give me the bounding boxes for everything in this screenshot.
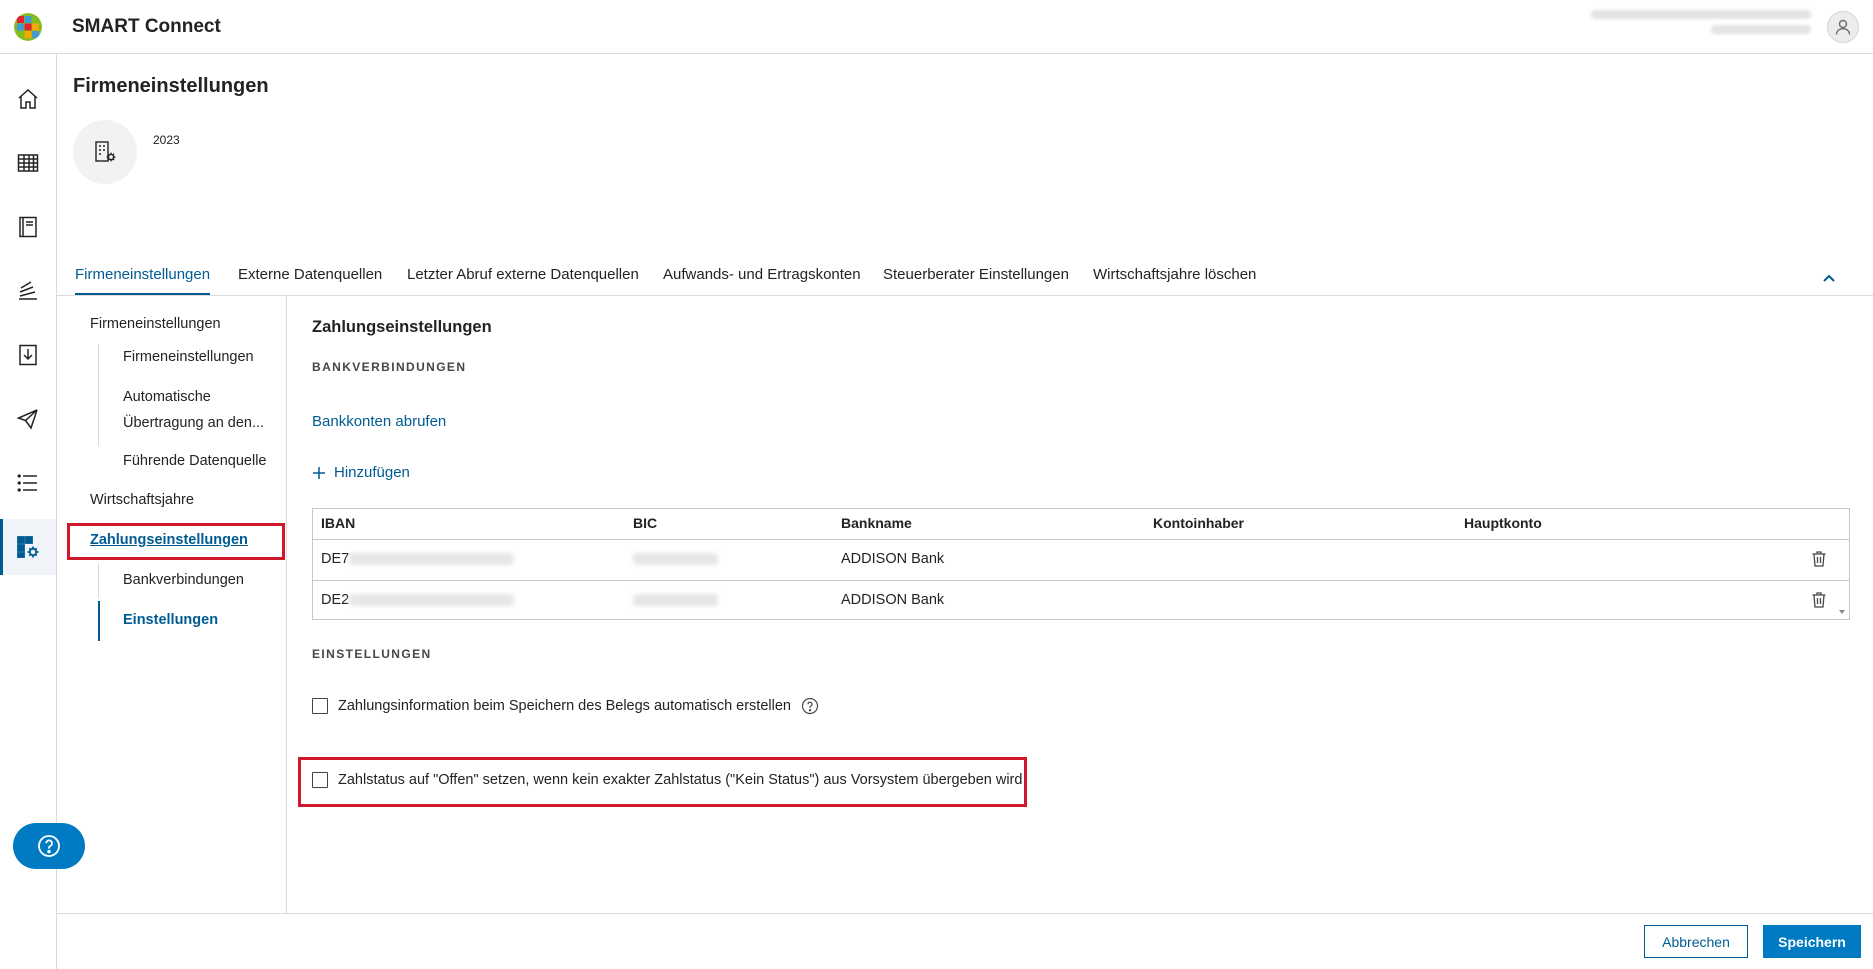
subnav-tree-line xyxy=(98,344,99,446)
question-circle-icon xyxy=(38,835,60,857)
company-avatar xyxy=(73,120,137,184)
subnav-item-einstellungen[interactable]: Einstellungen xyxy=(123,607,218,633)
subnav-tree-line xyxy=(98,563,99,598)
bankname-value: ADDISON Bank xyxy=(841,592,945,608)
company-settings-icon[interactable] xyxy=(0,519,56,575)
help-button[interactable] xyxy=(13,823,85,869)
col-iban[interactable]: IBAN xyxy=(321,515,355,531)
import-icon[interactable] xyxy=(0,327,56,383)
tab-firmeneinstellungen[interactable]: Firmeneinstellungen xyxy=(75,266,211,295)
list-icon[interactable] xyxy=(0,455,56,511)
col-bic[interactable]: BIC xyxy=(633,515,657,531)
table-row[interactable]: DE2 ADDISON Bank xyxy=(313,580,1849,620)
subnav-active-indicator xyxy=(98,601,100,641)
app-title: SMART Connect xyxy=(72,16,221,37)
table-icon[interactable] xyxy=(0,135,56,191)
bic-redacted xyxy=(633,553,718,566)
col-hauptkonto[interactable]: Hauptkonto xyxy=(1464,515,1542,531)
section-title: Zahlungseinstellungen xyxy=(312,318,492,336)
plus-icon xyxy=(313,466,325,479)
auto-payment-info-checkbox[interactable] xyxy=(312,698,328,714)
table-row[interactable]: DE7 ADDISON Bank xyxy=(313,540,1849,580)
company-building-icon xyxy=(95,141,116,162)
footer-actions: Abbrechen Speichern xyxy=(57,913,1873,969)
add-bank-account-button[interactable]: Hinzufügen xyxy=(312,464,410,481)
stack-icon[interactable] xyxy=(0,263,56,319)
subnav-item-bankverbindungen[interactable]: Bankverbindungen xyxy=(123,567,244,593)
option-auto-payment-info: Zahlungsinformation beim Speichern des B… xyxy=(312,697,819,715)
main-tabs: Firmeneinstellungen Externe Datenquellen… xyxy=(57,258,1873,296)
subnav-firmeneinstellungen[interactable]: Firmeneinstellungen xyxy=(90,311,221,337)
info-question-icon[interactable] xyxy=(801,697,819,715)
trash-icon[interactable] xyxy=(1811,591,1827,609)
subnav-wirtschaftsjahre[interactable]: Wirtschaftsjahre xyxy=(90,487,194,513)
bankverbindungen-heading: BANKVERBINDUNGEN xyxy=(312,360,467,374)
col-bankname[interactable]: Bankname xyxy=(841,515,912,531)
tab-externe-datenquellen[interactable]: Externe Datenquellen xyxy=(238,266,382,293)
bic-redacted xyxy=(633,594,718,607)
send-icon[interactable] xyxy=(0,391,56,447)
company-year: 2023 xyxy=(153,133,180,147)
tab-letzter-abruf[interactable]: Letzter Abruf externe Datenquellen xyxy=(407,266,639,293)
einstellungen-heading: EINSTELLUNGEN xyxy=(312,647,432,661)
user-avatar-icon[interactable] xyxy=(1827,11,1859,43)
subnav-item-firmeneinstellungen[interactable]: Firmeneinstellungen xyxy=(123,344,254,370)
iban-redacted xyxy=(349,594,515,607)
iban-redacted xyxy=(349,553,515,566)
bank-accounts-table: IBAN BIC Bankname Kontoinhaber Hauptkont… xyxy=(312,508,1850,620)
user-info-redacted xyxy=(1591,10,1811,42)
ledger-icon[interactable] xyxy=(0,199,56,255)
fetch-bank-accounts-link[interactable]: Bankkonten abrufen xyxy=(312,413,446,430)
col-kontoinhaber[interactable]: Kontoinhaber xyxy=(1153,515,1244,531)
chevron-up-icon[interactable] xyxy=(1821,270,1837,286)
settings-subnav: Firmeneinstellungen Firmeneinstellungen … xyxy=(57,296,287,913)
iban-value: DE2 xyxy=(321,592,350,608)
table-scrollbar[interactable] xyxy=(1835,540,1849,620)
cancel-button[interactable]: Abbrechen xyxy=(1644,925,1748,958)
auto-payment-info-label: Zahlungsinformation beim Speichern des B… xyxy=(338,698,791,714)
option-zahlstatus-offen: Zahlstatus auf "Offen" setzen, wenn kein… xyxy=(312,772,1022,788)
add-label: Hinzufügen xyxy=(334,464,410,481)
top-bar: SMART Connect xyxy=(0,0,1873,54)
subnav-item-fuehrende-datenquelle[interactable]: Führende Datenquelle xyxy=(123,448,267,474)
subnav-zahlungseinstellungen[interactable]: Zahlungseinstellungen xyxy=(90,527,248,553)
trash-icon[interactable] xyxy=(1811,550,1827,568)
subnav-item-automatische-uebertragung[interactable]: Automatische Übertragung an den... xyxy=(123,384,273,436)
zahlstatus-offen-checkbox[interactable] xyxy=(312,772,328,788)
tab-aufwands-ertragskonten[interactable]: Aufwands- und Ertragskonten xyxy=(663,266,861,293)
wolters-kluwer-logo-icon xyxy=(14,13,42,41)
page-title: Firmeneinstellungen xyxy=(73,75,269,97)
iban-value: DE7 xyxy=(321,551,350,567)
save-button[interactable]: Speichern xyxy=(1763,925,1861,958)
bankname-value: ADDISON Bank xyxy=(841,551,945,567)
zahlstatus-offen-label: Zahlstatus auf "Offen" setzen, wenn kein… xyxy=(338,772,1023,788)
tab-steuerberater-einstellungen[interactable]: Steuerberater Einstellungen xyxy=(883,266,1069,293)
tab-wirtschaftsjahre-loeschen[interactable]: Wirtschaftsjahre löschen xyxy=(1093,266,1256,293)
table-header: IBAN BIC Bankname Kontoinhaber Hauptkont… xyxy=(313,509,1849,540)
home-icon[interactable] xyxy=(0,71,56,127)
